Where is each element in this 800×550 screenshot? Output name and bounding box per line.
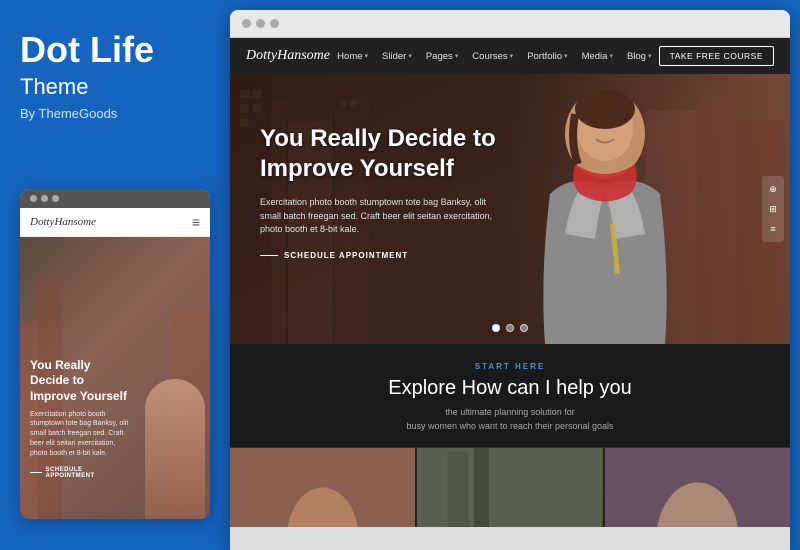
right-sidebar-icons: ⊕ ⊞ ≡ xyxy=(762,176,784,242)
below-hero-section: START HERE Explore How can I help you th… xyxy=(230,344,790,447)
bottom-card-1[interactable] xyxy=(230,448,417,527)
desktop-content: DottyHansome Home ▾ Slider ▾ Pages ▾ Cou… xyxy=(230,38,790,550)
desktop-nav: DottyHansome Home ▾ Slider ▾ Pages ▾ Cou… xyxy=(230,38,790,74)
desktop-nav-logo: DottyHansome xyxy=(246,48,330,64)
desktop-hero-title: You Really Decide to Improve Yourself xyxy=(260,124,560,184)
nav-link-slider[interactable]: Slider ▾ xyxy=(382,51,412,62)
explore-title: Explore How can I help you xyxy=(260,377,760,400)
right-panel: DottyHansome Home ▾ Slider ▾ Pages ▾ Cou… xyxy=(230,10,790,550)
nav-link-portfolio[interactable]: Portfolio ▾ xyxy=(527,51,567,62)
browser-dot-green xyxy=(270,19,279,28)
desktop-hero-dots xyxy=(492,324,528,332)
nav-link-home[interactable]: Home ▾ xyxy=(337,51,368,62)
hero-dot-1[interactable] xyxy=(492,324,500,332)
hero-dot-3[interactable] xyxy=(520,324,528,332)
nav-link-courses[interactable]: Courses ▾ xyxy=(472,51,513,62)
bottom-card-2[interactable] xyxy=(417,448,604,527)
theme-title: Dot Life xyxy=(20,30,210,70)
hero-dot-2[interactable] xyxy=(506,324,514,332)
take-free-course-button[interactable]: TAKE FREE COURSE xyxy=(659,46,774,66)
nav-link-blog[interactable]: Blog ▾ xyxy=(627,51,652,62)
mobile-cta-text: SCHEDULE APPOINTMENT xyxy=(46,467,131,479)
hamburger-icon[interactable]: ≡ xyxy=(192,214,200,230)
mobile-logo: DottyHansome xyxy=(30,216,96,228)
mobile-cta-line xyxy=(30,472,42,473)
browser-dot-red xyxy=(242,19,251,28)
mobile-hero-desc: Exercitation photo booth stumptown tote … xyxy=(30,410,130,459)
desktop-cta-label: SCHEDULE APPOINTMENT xyxy=(284,251,408,260)
mobile-dot-green xyxy=(52,195,59,202)
explore-subtitle-line2: busy women who want to reach their perso… xyxy=(260,420,760,434)
bottom-image-row xyxy=(230,447,790,527)
start-here-label: START HERE xyxy=(260,362,760,371)
mobile-preview: DottyHansome ≡ xyxy=(20,189,210,519)
left-panel: Dot Life Theme By ThemeGoods DottyHansom… xyxy=(0,0,230,550)
desktop-hero-cta[interactable]: SCHEDULE APPOINTMENT xyxy=(260,251,560,260)
browser-bar xyxy=(230,10,790,38)
theme-subtitle: Theme xyxy=(20,74,210,100)
desktop-hero: You Really Decide to Improve Yourself Ex… xyxy=(230,74,790,344)
nav-link-media[interactable]: Media ▾ xyxy=(582,51,613,62)
mobile-hero-content: You Really Decide to Improve Yourself Ex… xyxy=(30,358,130,479)
mobile-nav: DottyHansome ≡ xyxy=(20,208,210,237)
theme-by: By ThemeGoods xyxy=(20,106,210,121)
browser-dot-yellow xyxy=(256,19,265,28)
cta-line-decorator xyxy=(260,255,278,256)
mobile-person-silhouette xyxy=(145,379,205,519)
menu-icon[interactable]: ≡ xyxy=(766,222,780,236)
mobile-hero: You Really Decide to Improve Yourself Ex… xyxy=(20,237,210,519)
grid-icon[interactable]: ⊞ xyxy=(766,202,780,216)
mobile-dot-yellow xyxy=(41,195,48,202)
desktop-hero-desc: Exercitation photo booth stumptown tote … xyxy=(260,196,500,237)
mobile-dot-red xyxy=(30,195,37,202)
nav-link-pages[interactable]: Pages ▾ xyxy=(426,51,458,62)
mobile-hero-title: You Really Decide to Improve Yourself xyxy=(30,358,130,405)
share-icon[interactable]: ⊕ xyxy=(766,182,780,196)
desktop-nav-links: Home ▾ Slider ▾ Pages ▾ Courses ▾ Portfo… xyxy=(337,51,651,62)
mobile-cta[interactable]: SCHEDULE APPOINTMENT xyxy=(30,467,130,479)
bottom-card-3[interactable] xyxy=(605,448,790,527)
desktop-hero-content: You Really Decide to Improve Yourself Ex… xyxy=(260,124,560,260)
explore-subtitle-line1: the ultimate planning solution for xyxy=(260,406,760,420)
mobile-browser-bar xyxy=(20,189,210,208)
